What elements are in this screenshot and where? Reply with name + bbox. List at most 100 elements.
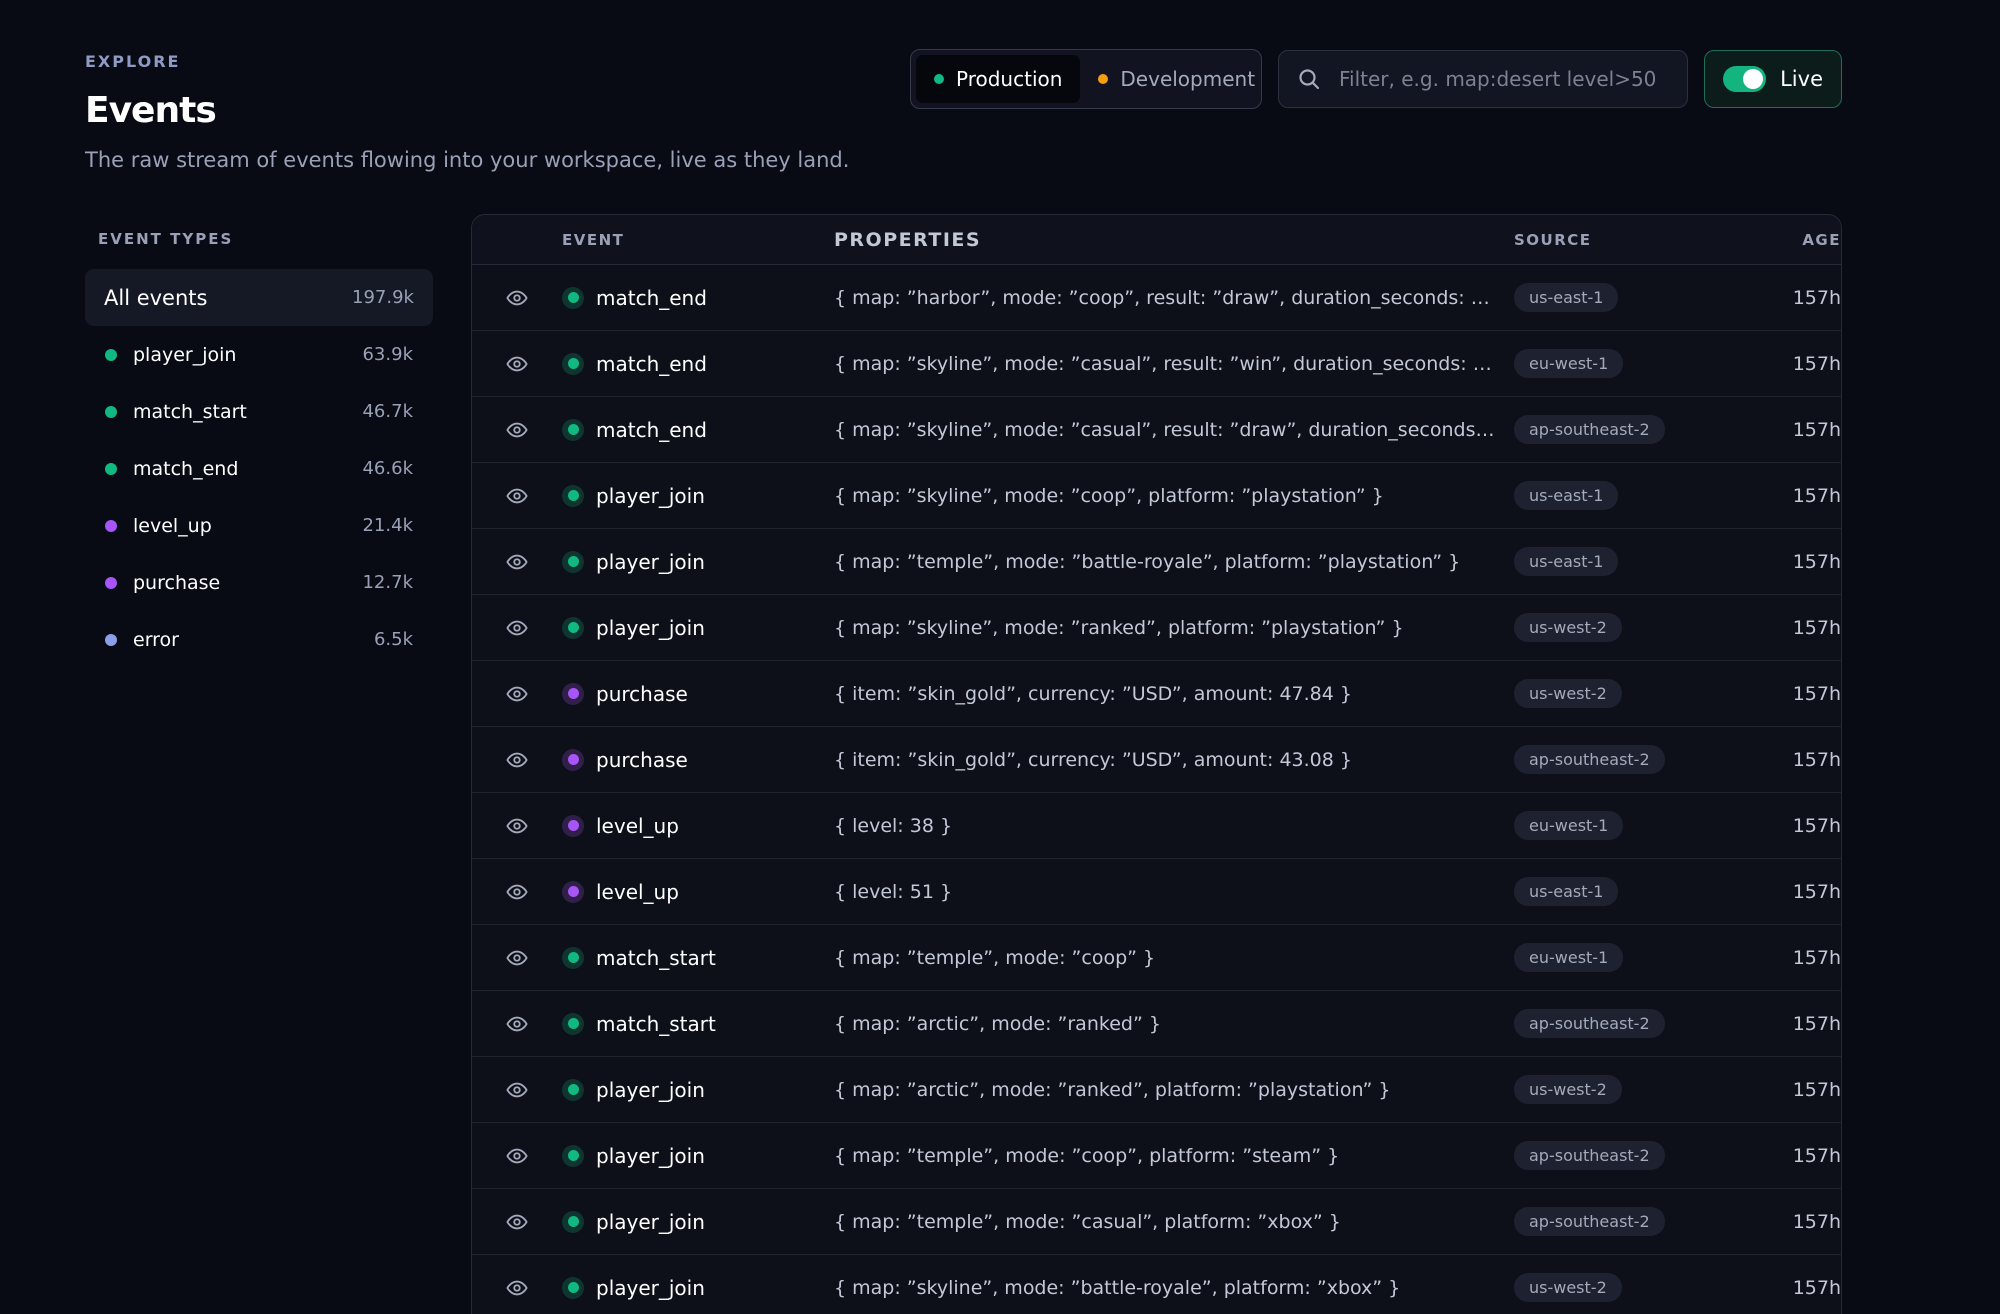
filter-box [1278,50,1688,108]
sidebar-item-match-start[interactable]: match_start 46.7k [85,383,433,440]
source-badge: eu-west-1 [1514,349,1624,378]
table-header: EVENT PROPERTIES SOURCE AGE [472,215,1841,265]
event-properties: { level: 51 } [834,880,953,903]
event-status-dot [562,616,584,639]
sidebar-item-count: 21.4k [362,515,413,536]
event-age: 157h [1792,1144,1841,1167]
event-name: match_end [596,351,707,376]
table-row[interactable]: purchase { item: ”skin_gold”, currency: ”… [472,727,1841,793]
view-event-button[interactable] [472,1277,562,1299]
event-cell: player_join [562,550,834,574]
sidebar-item-label: match_start [133,400,247,423]
sidebar-item-count: 63.9k [362,344,413,365]
event-properties: { map: ”skyline”, mode: ”battle-royale”,… [834,1276,1401,1299]
event-status-dot [562,946,584,969]
source-badge: us-east-1 [1514,283,1619,312]
view-event-button[interactable] [472,1079,562,1101]
column-header-properties[interactable]: PROPERTIES [834,229,1514,251]
view-event-button[interactable] [472,287,562,309]
table-row[interactable]: match_start { map: ”arctic”, mode: ”ranke… [472,991,1841,1057]
event-name: match_end [596,285,707,310]
view-event-button[interactable] [472,881,562,903]
column-header-event[interactable]: EVENT [562,231,834,249]
table-row[interactable]: player_join { map: ”arctic”, mode: ”ranke… [472,1057,1841,1123]
event-status-dot [562,880,584,903]
event-properties: { level: 38 } [834,814,953,837]
view-event-button[interactable] [472,749,562,771]
view-event-button[interactable] [472,815,562,837]
view-event-button[interactable] [472,1145,562,1167]
eye-icon [506,1016,528,1031]
sidebar-item-match-end[interactable]: match_end 46.6k [85,440,433,497]
sidebar-item-player-join[interactable]: player_join 63.9k [85,326,433,383]
table-row[interactable]: player_join { map: ”skyline”, mode: ”rank… [472,595,1841,661]
sidebar-item-level-up[interactable]: level_up 21.4k [85,497,433,554]
event-age: 157h [1792,1078,1841,1101]
event-name: purchase [596,747,688,772]
event-properties: { map: ”temple”, mode: ”coop”, platform:… [834,1144,1340,1167]
event-status-dot [562,484,584,507]
event-name: purchase [596,681,688,706]
event-properties: { map: ”harbor”, mode: ”coop”, result: ”… [834,286,1514,309]
source-cell: us-east-1 [1514,481,1749,510]
table-row[interactable]: match_end { map: ”harbor”, mode: ”coop”, … [472,265,1841,331]
table-row[interactable]: player_join { map: ”temple”, mode: ”coop”… [472,1123,1841,1189]
view-event-button[interactable] [472,1211,562,1233]
sidebar-item-all-events[interactable]: All events 197.9k [85,269,433,326]
table-row[interactable]: player_join { map: ”skyline”, mode: ”batt… [472,1255,1841,1314]
sidebar-item-count: 6.5k [373,629,413,650]
page-subtitle: The raw stream of events flowing into yo… [85,148,850,172]
event-type-dot [105,348,117,361]
table-row[interactable]: level_up { level: 38 } eu-west-1 157h [472,793,1841,859]
view-event-button[interactable] [472,617,562,639]
sidebar-item-label: player_join [133,343,237,366]
sidebar-item-label: purchase [133,571,221,594]
event-cell: player_join [562,1144,834,1168]
event-age: 157h [1792,418,1841,441]
event-types-list: All events 197.9k player_join 63.9k match_… [85,269,433,668]
view-event-button[interactable] [472,947,562,969]
eye-icon [506,1082,528,1097]
event-age: 157h [1792,1210,1841,1233]
sidebar-item-count: 46.7k [362,401,413,422]
source-badge: ap-southeast-2 [1514,415,1665,444]
view-event-button[interactable] [472,419,562,441]
event-types-heading: EVENT TYPES [98,230,234,248]
source-cell: ap-southeast-2 [1514,745,1749,774]
table-row[interactable]: purchase { item: ”skin_gold”, currency: ”… [472,661,1841,727]
view-event-button[interactable] [472,485,562,507]
eye-icon [506,554,528,569]
event-cell: level_up [562,814,834,838]
table-row[interactable]: player_join { map: ”skyline”, mode: ”coop… [472,463,1841,529]
column-header-age[interactable]: AGE [1749,231,1841,249]
env-production-button[interactable]: Production [916,55,1081,103]
view-event-button[interactable] [472,1013,562,1035]
filter-input[interactable] [1339,67,1659,91]
table-row[interactable]: level_up { level: 51 } us-east-1 157h [472,859,1841,925]
event-status-dot [562,1210,584,1233]
view-event-button[interactable] [472,353,562,375]
env-production-label: Production [956,67,1063,91]
sidebar-item-label: match_end [133,457,239,480]
table-row[interactable]: player_join { map: ”temple”, mode: ”battl… [472,529,1841,595]
live-switch[interactable] [1723,66,1767,92]
column-header-source[interactable]: SOURCE [1514,231,1749,249]
sidebar-item-error[interactable]: error 6.5k [85,611,433,668]
eye-icon [506,488,528,503]
env-development-button[interactable]: Development [1080,55,1273,103]
event-name: player_join [596,1077,705,1102]
table-row[interactable]: player_join { map: ”temple”, mode: ”casua… [472,1189,1841,1255]
table-row[interactable]: match_start { map: ”temple”, mode: ”coop”… [472,925,1841,991]
table-row[interactable]: match_end { map: ”skyline”, mode: ”casual… [472,397,1841,463]
sidebar-item-purchase[interactable]: purchase 12.7k [85,554,433,611]
table-row[interactable]: match_end { map: ”skyline”, mode: ”casual… [472,331,1841,397]
source-cell: us-west-2 [1514,679,1749,708]
live-toggle[interactable]: Live [1704,50,1842,108]
event-age: 157h [1792,814,1841,837]
view-event-button[interactable] [472,683,562,705]
view-event-button[interactable] [472,551,562,573]
events-page: EXPLORE Events The raw stream of events … [0,0,2000,1314]
event-age: 157h [1792,748,1841,771]
environment-switcher: Production Development [910,49,1262,109]
event-age: 157h [1792,1276,1841,1299]
